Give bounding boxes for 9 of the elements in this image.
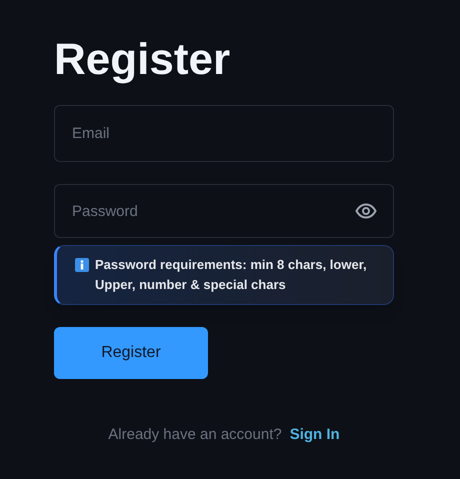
account-prompt: Already have an account? [108, 425, 282, 445]
hint-text: Password requirements: min 8 chars, lower, Upper, number & special chars [95, 256, 368, 294]
sign-in-link[interactable]: Sign In [290, 424, 340, 446]
password-field[interactable]: Password [54, 184, 394, 238]
info-icon [75, 258, 89, 272]
register-button[interactable]: Register [54, 327, 208, 379]
eye-icon[interactable] [355, 203, 377, 219]
page-title: Register [54, 34, 232, 86]
email-field[interactable]: Email [54, 105, 394, 162]
